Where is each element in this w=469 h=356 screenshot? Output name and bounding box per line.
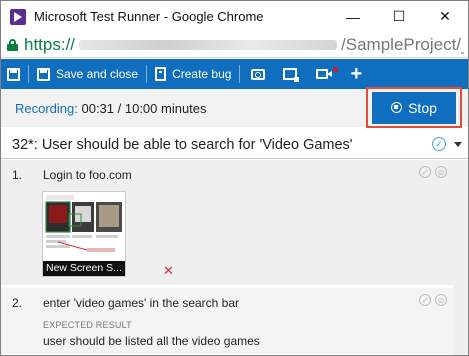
url-path: /SampleProject/_te <box>341 34 464 54</box>
create-bug-label: Create bug <box>172 67 232 81</box>
window-title: Microsoft Test Runner - Google Chrome <box>34 9 264 24</box>
create-bug-button[interactable]: Create bug <box>149 59 237 89</box>
save-icon <box>7 67 20 81</box>
pass-check-icon[interactable]: ✓ <box>432 137 446 151</box>
save-and-close-button[interactable]: Save and close <box>31 59 144 89</box>
plus-icon: + <box>350 63 363 85</box>
title-bar: Microsoft Test Runner - Google Chrome — … <box>1 1 468 32</box>
screenshot-thumbnail <box>43 192 125 261</box>
browser-window: Microsoft Test Runner - Google Chrome — … <box>0 0 469 356</box>
screenshot-attachment[interactable]: New Screen S... <box>42 191 126 277</box>
close-button[interactable]: ✕ <box>422 1 468 32</box>
expected-result-text: user should be listed all the video game… <box>43 334 260 348</box>
test-step[interactable]: 1. Login to foo.com ✓ ⊘ New Screen S... … <box>1 160 453 286</box>
pass-step-icon[interactable]: ✓ <box>419 294 431 306</box>
save-icon <box>37 67 50 81</box>
address-bar[interactable]: https:// /SampleProject/_te <box>1 32 468 58</box>
delete-attachment-icon[interactable]: ✕ <box>163 263 174 279</box>
step-status-controls: ✓ ⊘ <box>419 166 447 178</box>
pass-step-icon[interactable]: ✓ <box>419 166 431 178</box>
recording-indicator-icon <box>333 67 339 72</box>
recording-time: 00:31 / 10:00 minutes <box>77 100 207 116</box>
test-case-header[interactable]: 32*: User should be able to search for '… <box>1 131 468 159</box>
stop-button[interactable]: Stop <box>372 91 456 124</box>
step-text: Login to foo.com <box>43 168 132 182</box>
record-screen-button[interactable] <box>306 59 344 89</box>
step-status-controls: ✓ ⊘ <box>419 294 447 306</box>
capture-actions-button[interactable] <box>274 59 306 89</box>
test-runner-app-icon <box>10 8 26 25</box>
vertical-scrollbar[interactable] <box>453 160 468 355</box>
attachment-caption: New Screen S... <box>43 261 125 276</box>
add-button[interactable]: + <box>344 59 368 89</box>
screen-capture-icon <box>283 68 300 82</box>
lock-icon <box>7 38 18 51</box>
recording-status: Recording: 00:31 / 10:00 minutes <box>15 101 207 116</box>
chevron-down-icon[interactable] <box>454 142 462 147</box>
url-text[interactable]: https:// /SampleProject/_te <box>24 35 464 55</box>
save-and-close-label: Save and close <box>56 67 139 81</box>
recording-bar: Recording: 00:31 / 10:00 minutes Stop <box>1 87 468 128</box>
step-number: 2. <box>12 296 23 310</box>
toolbar-divider <box>239 65 241 83</box>
runner-toolbar: Save and close Create bug + <box>1 59 468 89</box>
maximize-button[interactable]: ☐ <box>376 1 422 32</box>
stop-label: Stop <box>408 99 437 116</box>
capture-screenshot-button[interactable] <box>242 59 274 89</box>
fail-step-icon[interactable]: ⊘ <box>435 294 447 306</box>
step-number: 1. <box>12 168 23 182</box>
stop-icon <box>391 102 403 113</box>
video-record-icon <box>316 69 333 79</box>
toolbar-divider <box>146 65 148 83</box>
url-scheme: https:// <box>24 34 76 54</box>
window-controls: — ☐ ✕ <box>330 1 468 32</box>
fail-step-icon[interactable]: ⊘ <box>435 166 447 178</box>
minimize-button[interactable]: — <box>330 1 376 32</box>
bug-icon <box>155 67 167 81</box>
toolbar-divider <box>28 65 29 83</box>
test-case-title: 32*: User should be able to search for '… <box>12 136 353 153</box>
test-step[interactable]: 2. enter 'video games' in the search bar… <box>1 288 453 355</box>
stop-highlight: Stop <box>366 87 462 128</box>
expected-result-label: EXPECTED RESULT <box>43 320 132 330</box>
camera-icon <box>251 68 266 80</box>
redacted-host <box>79 40 338 51</box>
recording-label: Recording: <box>15 100 78 116</box>
save-button[interactable] <box>1 59 26 89</box>
step-text: enter 'video games' in the search bar <box>43 296 240 310</box>
